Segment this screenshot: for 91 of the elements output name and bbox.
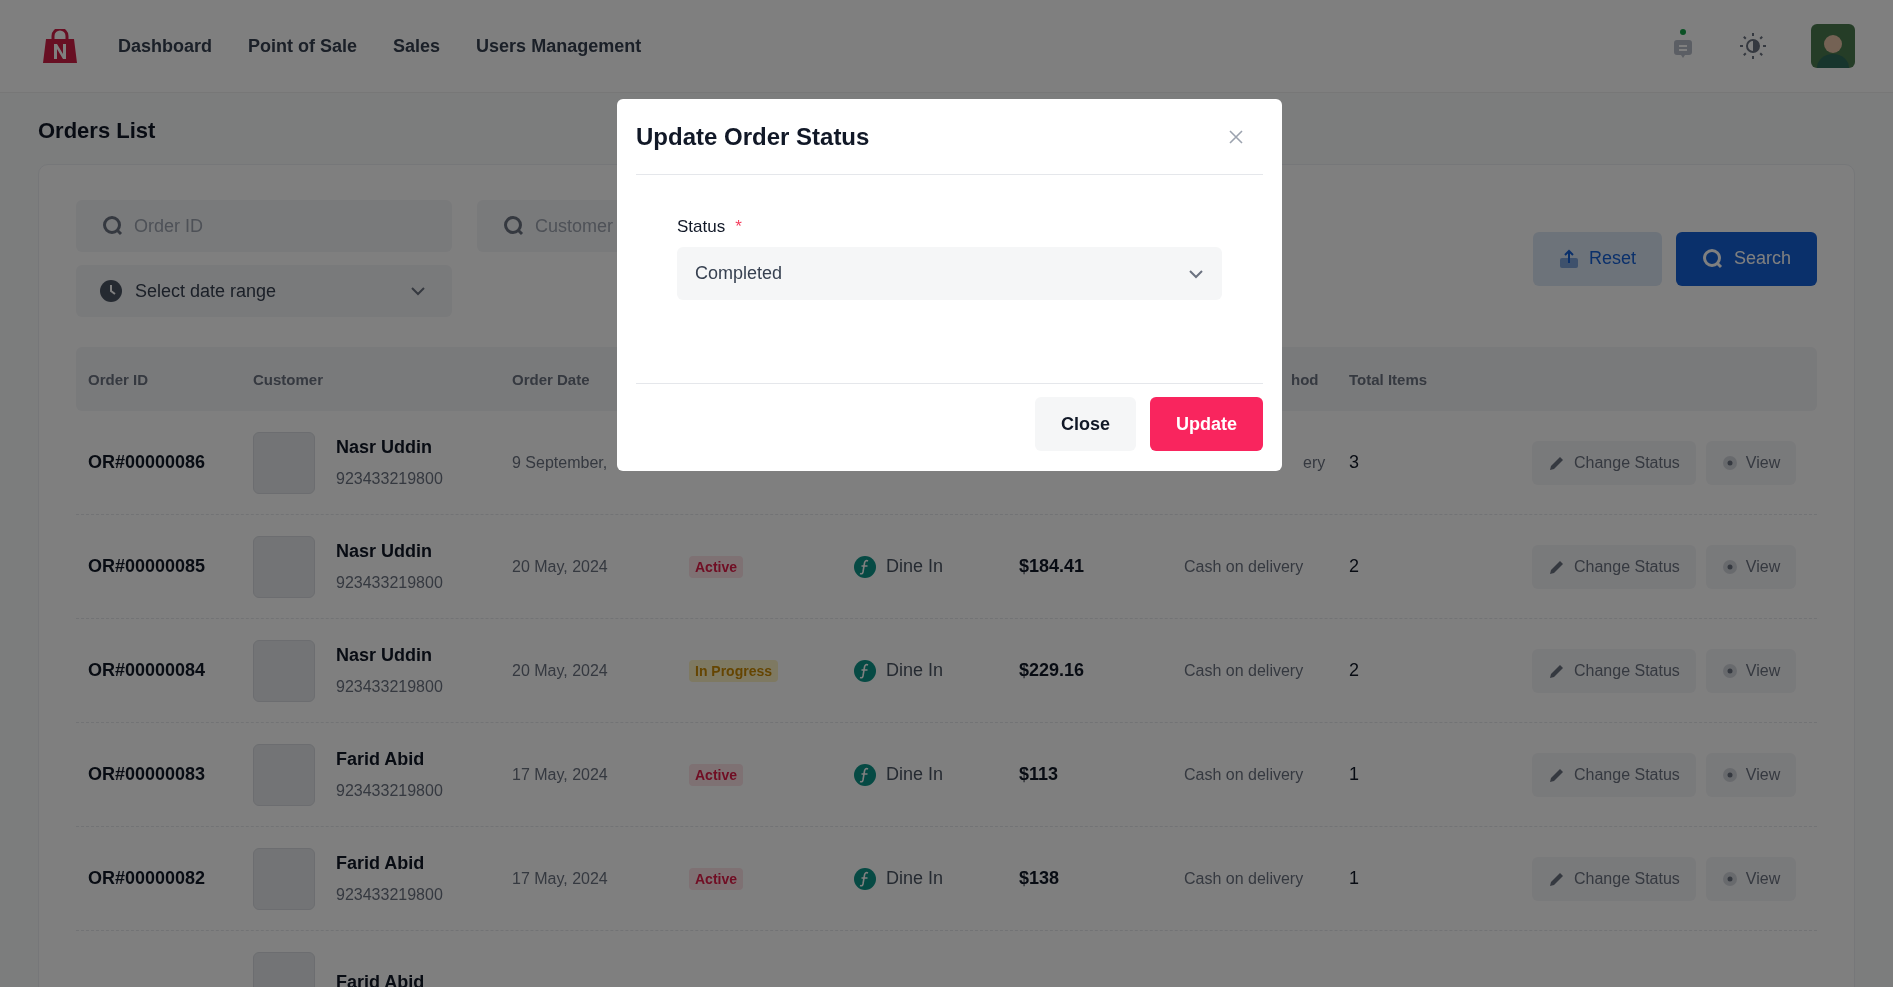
customer-phone: 923433219800	[336, 886, 443, 904]
nav-link[interactable]: Users Management	[476, 35, 642, 57]
order-id-cell-text: OR#00000086	[88, 452, 207, 473]
search-icon	[102, 215, 124, 237]
payment-method-cell-text: ery	[1302, 453, 1327, 472]
total-items-cell-text: 1	[1349, 868, 1360, 889]
status-badge: Active	[689, 555, 744, 578]
clock-icon	[99, 279, 123, 303]
column-header: Total Items	[1349, 370, 1429, 388]
view-button[interactable]: View	[1705, 544, 1797, 589]
order-date-cell-text: 20 May, 2024	[512, 661, 609, 680]
customer-phone: 923433219800	[336, 678, 443, 696]
update-button[interactable]: Update	[1150, 397, 1263, 451]
dialog-title: Update Order Status	[636, 122, 870, 151]
total-items-cell-text: 2	[1349, 556, 1360, 577]
reset-button[interactable]: Reset	[1532, 231, 1662, 286]
nav-link[interactable]: Point of Sale	[248, 35, 358, 57]
eye-icon	[1721, 870, 1738, 887]
status-badge: Active	[689, 763, 744, 786]
customer-phone: 923433219800	[336, 782, 443, 800]
order-id-cell-text: OR#00000084	[88, 660, 207, 681]
customer-name: Farid Abid	[336, 749, 426, 770]
eye-icon	[1721, 558, 1738, 575]
order-date-cell-text: 20 May, 2024	[512, 557, 609, 576]
nav-link[interactable]: Dashboard	[118, 35, 213, 57]
customer-name: Nasr Uddin	[336, 541, 433, 562]
order-type-text: Dine In	[886, 556, 944, 577]
total-items-cell-text: 2	[1349, 660, 1360, 681]
column-header: Order ID	[88, 370, 149, 388]
column-header: hod	[1290, 370, 1320, 388]
amount-cell-text: $113	[1019, 764, 1060, 785]
total-items-cell-text: 3	[1349, 452, 1360, 473]
brightness-icon	[1739, 32, 1767, 60]
date-range-dropdown[interactable]: Select date range	[76, 265, 452, 317]
close-button[interactable]: Close	[1034, 397, 1136, 451]
change-status-button[interactable]: Change Status	[1532, 752, 1696, 797]
eye-icon	[1721, 766, 1738, 783]
user-avatar[interactable]	[1811, 24, 1855, 68]
chevron-down-icon	[410, 286, 426, 296]
amount-cell-text: $184.41	[1019, 556, 1086, 577]
eye-icon	[1721, 662, 1738, 679]
customer-name: Nasr Uddin	[336, 437, 433, 458]
amount-cell-text: $229.16	[1019, 660, 1086, 681]
view-button[interactable]: View	[1705, 856, 1797, 901]
order-type-text: Dine In	[886, 660, 944, 681]
order-type-icon	[854, 867, 876, 890]
change-status-button[interactable]: Change Status	[1532, 440, 1696, 485]
payment-method-cell-text: Cash on delivery	[1184, 765, 1305, 784]
shopping-bag-logo-icon	[42, 29, 78, 63]
payment-method-cell-text: Cash on delivery	[1184, 557, 1305, 576]
status-select[interactable]: Completed	[677, 247, 1222, 300]
payment-method-cell-text: Cash on delivery	[1184, 869, 1305, 888]
column-header: Customer	[253, 370, 324, 388]
order-type-icon	[854, 555, 876, 578]
customer-phone: 923433219800	[336, 574, 443, 592]
customer-name: Farid Abid	[336, 853, 426, 874]
amount-cell-text: $138	[1019, 868, 1061, 889]
total-items-cell-text: 1	[1349, 764, 1360, 785]
status-badge: In Progress	[689, 659, 779, 682]
order-id-cell-text: OR#00000083	[88, 764, 207, 785]
view-button[interactable]: View	[1705, 440, 1797, 485]
view-button[interactable]: View	[1705, 752, 1797, 797]
required-asterisk: *	[735, 217, 742, 237]
search-button[interactable]: Search	[1675, 231, 1817, 286]
order-type-icon	[854, 763, 876, 786]
nav-link[interactable]: Sales	[393, 35, 441, 57]
order-id-cell-text: OR#00000085	[88, 556, 207, 577]
change-status-button[interactable]: Change Status	[1532, 648, 1696, 693]
customer-phone: 923433219800	[336, 470, 443, 488]
order-type-text: Dine In	[886, 868, 944, 889]
search-icon	[1701, 247, 1724, 270]
chevron-down-icon	[1188, 268, 1204, 279]
change-status-button[interactable]: Change Status	[1532, 544, 1696, 589]
search-icon	[503, 215, 525, 237]
page-title: Orders List	[38, 118, 156, 144]
order-id-cell-text: OR#00000082	[88, 868, 207, 889]
order-date-cell-text: 17 May, 2024	[512, 765, 609, 784]
order-date-cell-text: 17 May, 2024	[512, 869, 609, 888]
person-silhouette-icon	[1816, 32, 1850, 68]
status-badge: Active	[689, 867, 744, 890]
order-date-cell-text: 9 September,	[512, 453, 609, 472]
customer-name: Nasr Uddin	[336, 645, 433, 666]
change-status-button[interactable]: Change Status	[1532, 856, 1696, 901]
order-type-text: Dine In	[886, 764, 944, 785]
status-label: Status *	[677, 217, 743, 237]
upload-icon	[1558, 248, 1579, 269]
payment-method-cell-text: Cash on delivery	[1184, 661, 1305, 680]
eye-icon	[1721, 454, 1738, 471]
order-type-icon	[854, 659, 876, 682]
view-button[interactable]: View	[1705, 648, 1797, 693]
column-header: Order Date	[512, 370, 591, 388]
